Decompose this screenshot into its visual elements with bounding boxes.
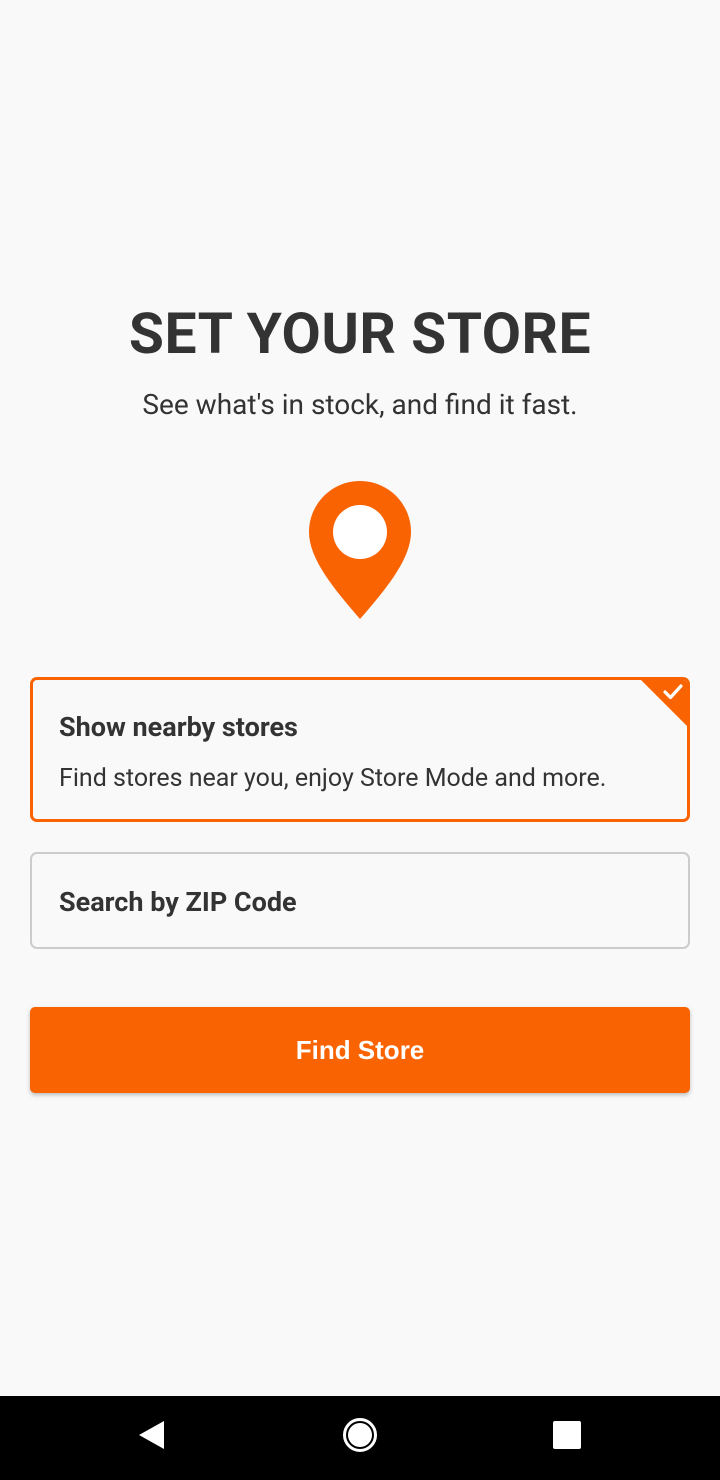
find-store-button[interactable]: Find Store	[30, 1007, 690, 1093]
search-by-zip-option[interactable]: Search by ZIP Code	[30, 852, 690, 949]
show-nearby-stores-option[interactable]: Show nearby stores Find stores near you,…	[30, 677, 690, 822]
system-nav-bar	[0, 1396, 720, 1480]
home-icon[interactable]	[342, 1417, 378, 1453]
checkmark-icon	[663, 684, 683, 700]
back-icon[interactable]	[136, 1419, 166, 1451]
option-description: Find stores near you, enjoy Store Mode a…	[59, 764, 607, 793]
page-title: SET YOUR STORE	[128, 300, 592, 367]
recent-apps-icon[interactable]	[553, 1421, 581, 1449]
option-title: Show nearby stores	[59, 711, 298, 743]
location-pin-icon	[309, 481, 411, 619]
page-subtitle: See what's in stock, and find it fast.	[142, 388, 578, 421]
set-store-screen: SET YOUR STORE See what's in stock, and …	[0, 0, 720, 1480]
option-title: Search by ZIP Code	[59, 886, 297, 918]
